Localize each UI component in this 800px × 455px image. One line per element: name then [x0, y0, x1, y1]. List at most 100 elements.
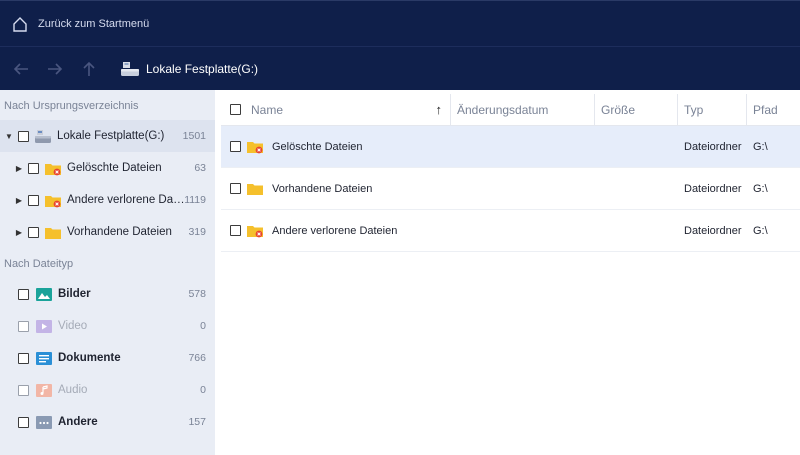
tree-label: Andere verlorene Dat… — [67, 194, 185, 206]
row-checkbox[interactable] — [230, 225, 241, 236]
type-item-images[interactable]: Bilder 578 — [0, 278, 215, 310]
other-folder-icon — [36, 415, 52, 429]
column-label: Größe — [601, 102, 636, 117]
lost-folder-icon — [247, 226, 263, 238]
expand-arrow-icon[interactable]: ▶ — [14, 164, 24, 173]
column-label: Änderungsdatum — [457, 102, 549, 117]
checkbox[interactable] — [18, 130, 29, 142]
images-folder-icon — [36, 287, 52, 301]
forward-arrow-icon[interactable] — [46, 60, 64, 78]
file-type: Dateiordner — [684, 140, 742, 153]
row-checkbox[interactable] — [230, 183, 241, 194]
item-count: 0 — [200, 320, 206, 332]
checkbox[interactable] — [18, 288, 29, 300]
item-count: 766 — [188, 352, 206, 364]
tree-item-deleted-files[interactable]: ▶ Gelöschte Dateien 63 — [0, 152, 215, 184]
expand-arrow-icon[interactable]: ▼ — [4, 132, 14, 141]
back-to-start-link[interactable]: Zurück zum Startmenü — [38, 18, 149, 30]
file-path: G:\ — [753, 182, 768, 195]
checkbox[interactable] — [18, 352, 29, 364]
column-label: Pfad — [753, 102, 778, 117]
item-count: 1119 — [184, 194, 206, 206]
file-path: G:\ — [753, 140, 768, 153]
tree-item-other-lost-files[interactable]: ▶ Andere verlorene Dat… 1119 — [0, 184, 215, 216]
checkbox[interactable] — [18, 384, 29, 396]
column-size-header[interactable]: Größe — [595, 93, 678, 126]
item-count: 63 — [194, 162, 206, 174]
type-item-audio[interactable]: Audio 0 — [0, 374, 215, 406]
up-arrow-icon[interactable] — [80, 60, 98, 78]
file-type: Dateiordner — [684, 182, 742, 195]
file-type: Dateiordner — [684, 224, 742, 237]
type-item-other[interactable]: Andere 157 — [0, 406, 215, 438]
file-path: G:\ — [753, 224, 768, 237]
table-row[interactable]: Andere verlorene Dateien Dateiordner G:\ — [221, 210, 800, 252]
deleted-folder-icon — [247, 142, 263, 154]
sidebar: Nach Ursprungsverzeichnis ▼ Lokale Festp… — [0, 90, 215, 455]
tree-label: Gelöschte Dateien — [67, 162, 162, 174]
type-label: Video — [58, 320, 88, 332]
checkbox[interactable] — [28, 162, 39, 174]
hard-drive-icon — [35, 129, 51, 143]
column-label: Name — [251, 102, 284, 117]
current-path: Lokale Festplatte(G:) — [146, 61, 259, 76]
file-size — [595, 210, 678, 252]
tree-item-existing-files[interactable]: ▶ Vorhandene Dateien 319 — [0, 216, 215, 248]
column-label: Typ — [684, 102, 704, 117]
tree-item-root-drive[interactable]: ▼ Lokale Festplatte(G:) 1501 — [0, 120, 215, 152]
folder-icon — [247, 184, 263, 195]
file-size — [595, 126, 678, 168]
lost-folder-icon — [45, 195, 61, 207]
file-modified — [451, 126, 595, 168]
file-size — [595, 168, 678, 210]
filetype-section-heading: Nach Dateityp — [4, 258, 74, 270]
column-modified-header[interactable]: Änderungsdatum — [451, 93, 595, 126]
table-row[interactable]: Gelöschte Dateien Dateiordner G:\ — [221, 126, 800, 168]
item-count: 157 — [188, 416, 206, 428]
expand-arrow-icon[interactable]: ▶ — [14, 228, 24, 237]
back-arrow-icon[interactable] — [12, 60, 30, 78]
sort-arrow-icon[interactable]: ↑ — [436, 102, 443, 117]
checkbox[interactable] — [28, 226, 39, 238]
type-label: Andere — [58, 416, 98, 428]
item-count: 319 — [188, 226, 206, 238]
origin-section-heading: Nach Ursprungsverzeichnis — [4, 100, 139, 112]
select-all-checkbox[interactable] — [230, 104, 241, 115]
type-label: Bilder — [58, 288, 91, 300]
file-name: Vorhandene Dateien — [272, 182, 373, 195]
checkbox[interactable] — [18, 416, 29, 428]
type-label: Dokumente — [58, 352, 121, 364]
file-name: Gelöschte Dateien — [272, 140, 363, 153]
deleted-folder-icon — [45, 163, 61, 175]
checkbox[interactable] — [18, 320, 29, 332]
file-modified — [451, 168, 595, 210]
expand-arrow-icon[interactable]: ▶ — [14, 196, 24, 205]
folder-icon — [45, 227, 61, 239]
breadcrumb[interactable]: Lokale Festplatte(G:) — [120, 61, 258, 77]
table-row[interactable]: Vorhandene Dateien Dateiordner G:\ — [221, 168, 800, 210]
column-type-header[interactable]: Typ — [678, 93, 747, 126]
video-folder-icon — [36, 319, 52, 333]
type-item-video[interactable]: Video 0 — [0, 310, 215, 342]
audio-folder-icon — [36, 383, 52, 397]
table-header: Name ↑ Änderungsdatum Größe Typ Pfad — [221, 93, 800, 126]
documents-folder-icon — [36, 351, 52, 365]
column-path-header[interactable]: Pfad — [747, 94, 800, 126]
home-icon[interactable] — [12, 16, 28, 32]
file-table: Name ↑ Änderungsdatum Größe Typ Pfad Gel… — [215, 90, 800, 455]
checkbox[interactable] — [28, 194, 39, 206]
item-count: 578 — [188, 288, 206, 300]
tree-label: Vorhandene Dateien — [67, 226, 172, 238]
file-modified — [451, 210, 595, 252]
column-name-header[interactable]: Name ↑ — [221, 93, 451, 126]
row-checkbox[interactable] — [230, 141, 241, 152]
tree-label: Lokale Festplatte(G:) — [57, 130, 165, 142]
item-count: 1501 — [182, 130, 206, 142]
file-name: Andere verlorene Dateien — [272, 224, 398, 237]
type-item-documents[interactable]: Dokumente 766 — [0, 342, 215, 374]
type-label: Audio — [58, 384, 88, 396]
item-count: 0 — [200, 384, 206, 396]
hard-drive-icon — [121, 61, 139, 76]
title-bar: Zurück zum Startmenü — [0, 0, 800, 46]
navigation-bar: Lokale Festplatte(G:) — [0, 46, 800, 90]
